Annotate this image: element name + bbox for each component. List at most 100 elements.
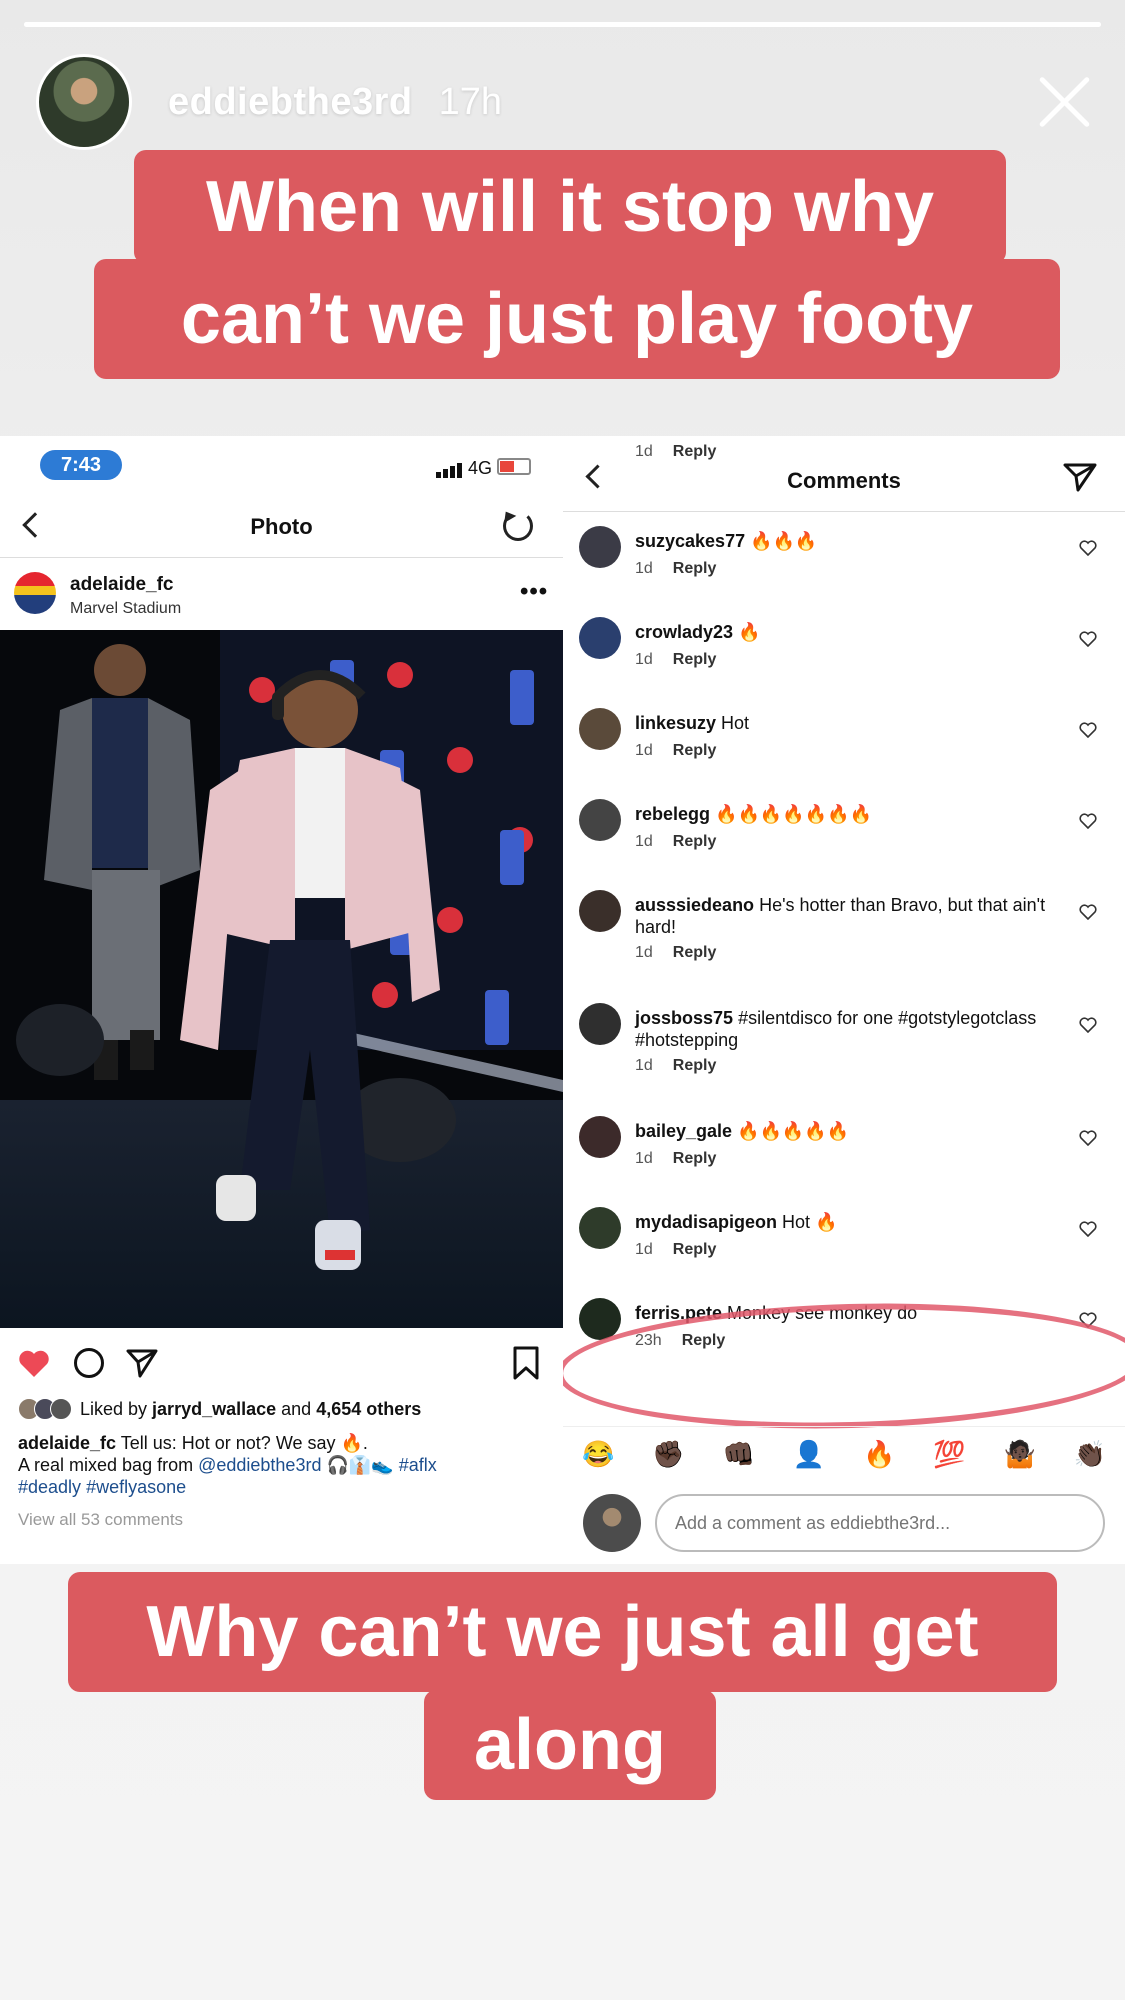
comment-like-heart-icon[interactable] xyxy=(1079,540,1097,556)
more-options-icon[interactable]: ••• xyxy=(520,578,548,606)
comment-avatar[interactable] xyxy=(579,708,621,750)
caption-mention[interactable]: @eddiebthe3rd xyxy=(198,1455,321,1475)
comment-age: 1d xyxy=(635,1057,653,1074)
comment-text: 🔥🔥🔥🔥🔥🔥🔥 xyxy=(710,804,872,824)
comments-screenshot: Comments 1d Reply suzycakes77 🔥🔥🔥 1d Reply cr… xyxy=(563,436,1125,1564)
comment-username[interactable]: bailey_gale xyxy=(635,1121,732,1141)
comment-like-heart-icon[interactable] xyxy=(1079,1221,1097,1237)
post-location[interactable]: Marvel Stadium xyxy=(70,600,181,618)
comment-meta: 1d Reply xyxy=(635,742,716,760)
post-author-username[interactable]: adelaide_fc xyxy=(70,574,174,596)
battery-icon xyxy=(497,458,531,475)
comment-meta: 1d Reply xyxy=(635,443,716,461)
liked-by-count[interactable]: 4,654 others xyxy=(316,1399,421,1420)
reply-link[interactable]: Reply xyxy=(673,443,717,460)
comment-avatar[interactable] xyxy=(579,526,621,568)
post-photo[interactable] xyxy=(0,630,563,1328)
add-comment-input[interactable] xyxy=(655,1494,1105,1552)
comment-avatar[interactable] xyxy=(579,1116,621,1158)
refresh-icon[interactable] xyxy=(503,511,533,541)
comment-text: 🔥 xyxy=(733,622,761,642)
reply-link[interactable]: Reply xyxy=(673,1057,717,1074)
comment-text: Hot xyxy=(716,713,750,733)
comment-like-heart-icon[interactable] xyxy=(1079,813,1097,829)
status-bar: 7:43 4G xyxy=(0,436,563,494)
reply-link[interactable]: Reply xyxy=(673,833,717,850)
comment-avatar[interactable] xyxy=(579,1207,621,1249)
quick-emoji[interactable]: 👤 xyxy=(793,1439,825,1470)
comment-like-heart-icon[interactable] xyxy=(1079,631,1097,647)
story-username[interactable]: eddiebthe3rd xyxy=(168,81,413,124)
comment-like-heart-icon[interactable] xyxy=(1079,722,1097,738)
heart-icon[interactable] xyxy=(18,1350,50,1378)
comment-avatar[interactable] xyxy=(579,1003,621,1045)
post-author-avatar[interactable] xyxy=(14,572,56,614)
comment-body: linkesuzy Hot xyxy=(635,712,1055,734)
quick-emoji[interactable]: ✊🏿 xyxy=(652,1439,684,1470)
likes-summary[interactable]: Liked by jarryd_wallace and 4,654 others xyxy=(18,1396,421,1422)
comment-username[interactable]: linkesuzy xyxy=(635,713,716,733)
comment-avatar[interactable] xyxy=(579,890,621,932)
quick-emoji[interactable]: 🔥 xyxy=(863,1439,895,1470)
comment-icon[interactable] xyxy=(74,1348,104,1378)
comment-username[interactable]: jossboss75 xyxy=(635,1008,733,1028)
comment-username[interactable]: suzycakes77 xyxy=(635,531,745,551)
hashtag-aflx[interactable]: #aflx xyxy=(399,1455,437,1475)
view-all-comments-link[interactable]: View all 53 comments xyxy=(18,1510,183,1530)
comment-age: 1d xyxy=(635,443,653,460)
comment-avatar[interactable] xyxy=(579,799,621,841)
reply-link[interactable]: Reply xyxy=(673,1241,717,1258)
comment-body: bailey_gale 🔥🔥🔥🔥🔥 xyxy=(635,1120,1055,1142)
post-photo-illustration xyxy=(0,630,563,1328)
story-timestamp: 17h xyxy=(438,80,503,123)
comment-like-heart-icon[interactable] xyxy=(1079,904,1097,920)
comment-username[interactable]: crowlady23 xyxy=(635,622,733,642)
reply-link[interactable]: Reply xyxy=(673,944,717,961)
quick-emoji[interactable]: 😂 xyxy=(582,1439,614,1470)
comment-meta: 1d Reply xyxy=(635,560,716,578)
nav-title: Photo xyxy=(250,514,313,539)
post-header: adelaide_fc Marvel Stadium ••• xyxy=(0,558,563,630)
comment-meta: 1d Reply xyxy=(635,651,716,669)
share-icon[interactable] xyxy=(126,1348,158,1378)
comment-text: 🔥🔥🔥🔥🔥 xyxy=(732,1121,850,1141)
story-avatar[interactable] xyxy=(36,54,132,150)
liked-by-and: and xyxy=(276,1398,317,1419)
comment-body: jossboss75 #silentdisco for one #gotstyl… xyxy=(635,1007,1055,1051)
reply-link[interactable]: Reply xyxy=(673,651,717,668)
reply-link[interactable]: Reply xyxy=(673,742,717,759)
quick-emoji[interactable]: 👏🏿 xyxy=(1074,1439,1106,1470)
emoji-quick-bar: 😂 ✊🏿 👊🏿 👤 🔥 💯 🤷🏿 👏🏿 xyxy=(563,1426,1125,1482)
comment-username[interactable]: mydadisapigeon xyxy=(635,1212,777,1232)
quick-emoji[interactable]: 🤷🏿 xyxy=(1003,1439,1035,1470)
quick-emoji[interactable]: 💯 xyxy=(933,1439,965,1470)
comment-like-heart-icon[interactable] xyxy=(1079,1017,1097,1033)
close-icon[interactable] xyxy=(1036,74,1092,130)
post-actions xyxy=(0,1328,563,1390)
comment-age: 1d xyxy=(635,944,653,961)
comment-body: crowlady23 🔥 xyxy=(635,621,1055,643)
comment-meta: 1d Reply xyxy=(635,1241,716,1259)
comment-avatar[interactable] xyxy=(579,617,621,659)
comment-username[interactable]: rebelegg xyxy=(635,804,710,824)
comment-username[interactable]: ausssiedeano xyxy=(635,895,754,915)
story-caption-bottom-line2: along xyxy=(424,1690,716,1800)
post-caption: adelaide_fc Tell us: Hot or not? We say … xyxy=(18,1432,553,1498)
comment-age: 1d xyxy=(635,651,653,668)
quick-emoji[interactable]: 👊🏿 xyxy=(722,1439,754,1470)
current-user-avatar xyxy=(583,1494,641,1552)
add-comment-bar xyxy=(563,1482,1125,1564)
direct-send-icon[interactable] xyxy=(1063,462,1097,492)
reply-link[interactable]: Reply xyxy=(673,1150,717,1167)
comment-meta: 1d Reply xyxy=(635,1057,716,1075)
signal-icon xyxy=(436,460,464,478)
comment-body: ausssiedeano He's hotter than Bravo, but… xyxy=(635,894,1055,938)
hashtag-deadly[interactable]: #deadly xyxy=(18,1477,81,1497)
caption-username[interactable]: adelaide_fc xyxy=(18,1433,116,1453)
comment-like-heart-icon[interactable] xyxy=(1079,1130,1097,1146)
liked-by-user[interactable]: jarryd_wallace xyxy=(152,1399,276,1420)
reply-link[interactable]: Reply xyxy=(673,560,717,577)
hashtag-weflyasone[interactable]: #weflyasone xyxy=(86,1477,186,1497)
comment-body: rebelegg 🔥🔥🔥🔥🔥🔥🔥 xyxy=(635,803,1055,825)
bookmark-icon[interactable] xyxy=(512,1346,540,1380)
